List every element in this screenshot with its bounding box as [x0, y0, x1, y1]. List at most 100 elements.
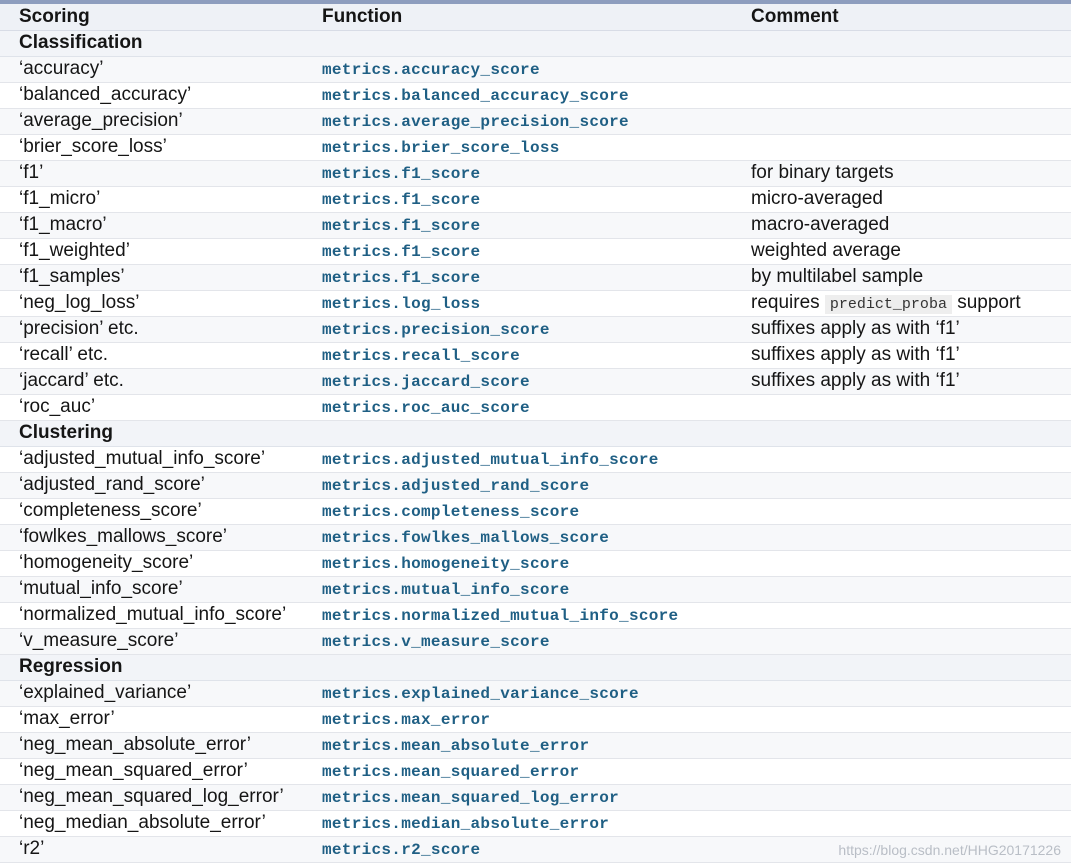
function-link[interactable]: metrics.median_absolute_error: [322, 815, 609, 833]
module-prefix: metrics.: [322, 529, 402, 547]
function-link[interactable]: metrics.adjusted_mutual_info_score: [322, 451, 659, 469]
module-prefix: metrics.: [322, 503, 402, 521]
function-link[interactable]: metrics.adjusted_rand_score: [322, 477, 589, 495]
function-cell: metrics.adjusted_mutual_info_score: [303, 446, 732, 473]
scoring-name: ‘average_precision’: [0, 108, 303, 135]
function-cell: metrics.normalized_mutual_info_score: [303, 602, 732, 629]
comment-cell: [732, 732, 1071, 759]
function-link[interactable]: metrics.precision_score: [322, 321, 550, 339]
function-link[interactable]: metrics.completeness_score: [322, 503, 579, 521]
comment-cell: [732, 524, 1071, 551]
header-row: Scoring Function Comment: [0, 4, 1071, 31]
function-link[interactable]: metrics.recall_score: [322, 347, 520, 365]
comment-cell: for binary targets: [732, 160, 1071, 187]
section-row: Regression: [0, 654, 1071, 681]
function-cell: metrics.brier_score_loss: [303, 134, 732, 161]
function-link[interactable]: metrics.max_error: [322, 711, 490, 729]
function-cell: metrics.explained_variance_score: [303, 680, 732, 707]
comment-cell: [732, 628, 1071, 655]
module-prefix: metrics.: [322, 399, 402, 417]
module-prefix: metrics.: [322, 61, 402, 79]
table-row: ‘normalized_mutual_info_score’ metrics.no…: [0, 602, 1071, 629]
comment-cell: micro-averaged: [732, 186, 1071, 213]
function-link[interactable]: metrics.normalized_mutual_info_score: [322, 607, 678, 625]
module-prefix: metrics.: [322, 295, 402, 313]
function-link[interactable]: metrics.fowlkes_mallows_score: [322, 529, 609, 547]
comment-cell: [732, 134, 1071, 161]
function-cell: metrics.mean_absolute_error: [303, 732, 732, 759]
function-cell: metrics.r2_score: [303, 836, 732, 863]
function-link[interactable]: metrics.homogeneity_score: [322, 555, 570, 573]
table-row: ‘mutual_info_score’ metrics.mutual_info_s…: [0, 576, 1071, 603]
function-link[interactable]: metrics.mean_squared_error: [322, 763, 579, 781]
section-row: Clustering: [0, 420, 1071, 447]
module-prefix: metrics.: [322, 711, 402, 729]
function-link[interactable]: metrics.jaccard_score: [322, 373, 530, 391]
scoring-name: ‘max_error’: [0, 706, 303, 733]
module-prefix: metrics.: [322, 815, 402, 833]
comment-cell: [732, 108, 1071, 135]
function-link[interactable]: metrics.mutual_info_score: [322, 581, 570, 599]
function-link[interactable]: metrics.mean_squared_log_error: [322, 789, 619, 807]
function-link[interactable]: metrics.explained_variance_score: [322, 685, 639, 703]
scoring-name: ‘adjusted_rand_score’: [0, 472, 303, 499]
scoring-name: ‘r2’: [0, 836, 303, 863]
function-name: adjusted_mutual_info_score: [401, 451, 659, 469]
table-row: ‘f1_micro’ metrics.f1_score micro-averaged: [0, 186, 1071, 213]
scoring-name: ‘f1_samples’: [0, 264, 303, 291]
scoring-name: ‘jaccard’ etc.: [0, 368, 303, 395]
comment-cell: macro-averaged: [732, 212, 1071, 239]
function-name: mean_absolute_error: [401, 737, 590, 755]
function-link[interactable]: metrics.accuracy_score: [322, 61, 540, 79]
function-cell: metrics.accuracy_score: [303, 56, 732, 83]
function-link[interactable]: metrics.balanced_accuracy_score: [322, 87, 629, 105]
function-name: explained_variance_score: [401, 685, 639, 703]
module-prefix: metrics.: [322, 555, 402, 573]
scoring-name: ‘f1_micro’: [0, 186, 303, 213]
comment-cell: weighted average: [732, 238, 1071, 265]
function-name: precision_score: [401, 321, 550, 339]
scoring-name: ‘f1_weighted’: [0, 238, 303, 265]
module-prefix: metrics.: [322, 607, 402, 625]
table-row: ‘f1’ metrics.f1_score for binary targets: [0, 160, 1071, 187]
comment-cell: [732, 82, 1071, 109]
module-prefix: metrics.: [322, 633, 402, 651]
function-link[interactable]: metrics.brier_score_loss: [322, 139, 560, 157]
table-row: ‘f1_macro’ metrics.f1_score macro-averaged: [0, 212, 1071, 239]
function-link[interactable]: metrics.f1_score: [322, 269, 480, 287]
function-cell: metrics.adjusted_rand_score: [303, 472, 732, 499]
function-link[interactable]: metrics.roc_auc_score: [322, 399, 530, 417]
function-link[interactable]: metrics.log_loss: [322, 295, 480, 313]
table-row: ‘accuracy’ metrics.accuracy_score: [0, 56, 1071, 83]
section-row: Classification: [0, 30, 1071, 57]
function-link[interactable]: metrics.f1_score: [322, 217, 480, 235]
function-cell: metrics.fowlkes_mallows_score: [303, 524, 732, 551]
scoring-name: ‘v_measure_score’: [0, 628, 303, 655]
function-link[interactable]: metrics.f1_score: [322, 191, 480, 209]
table-row: ‘f1_samples’ metrics.f1_score by multilabe…: [0, 264, 1071, 291]
function-name: adjusted_rand_score: [401, 477, 590, 495]
function-name: f1_score: [401, 165, 481, 183]
function-name: log_loss: [401, 295, 481, 313]
comment-cell: [732, 472, 1071, 499]
function-cell: metrics.jaccard_score: [303, 368, 732, 395]
comment-cell: [732, 680, 1071, 707]
comment-cell: [732, 810, 1071, 837]
function-link[interactable]: metrics.f1_score: [322, 243, 480, 261]
function-link[interactable]: metrics.f1_score: [322, 165, 480, 183]
function-link[interactable]: metrics.r2_score: [322, 841, 480, 859]
function-link[interactable]: metrics.mean_absolute_error: [322, 737, 589, 755]
function-link[interactable]: metrics.average_precision_score: [322, 113, 629, 131]
comment-cell: by multilabel sample: [732, 264, 1071, 291]
module-prefix: metrics.: [322, 217, 402, 235]
function-link[interactable]: metrics.v_measure_score: [322, 633, 550, 651]
scoring-name: ‘brier_score_loss’: [0, 134, 303, 161]
function-name: roc_auc_score: [401, 399, 530, 417]
function-cell: metrics.f1_score: [303, 238, 732, 265]
table-row: ‘precision’ etc. metrics.precision_score s…: [0, 316, 1071, 343]
section-title: Regression: [0, 654, 1071, 681]
function-cell: metrics.mean_squared_log_error: [303, 784, 732, 811]
comment-cell: [732, 758, 1071, 785]
function-name: fowlkes_mallows_score: [401, 529, 610, 547]
module-prefix: metrics.: [322, 165, 402, 183]
